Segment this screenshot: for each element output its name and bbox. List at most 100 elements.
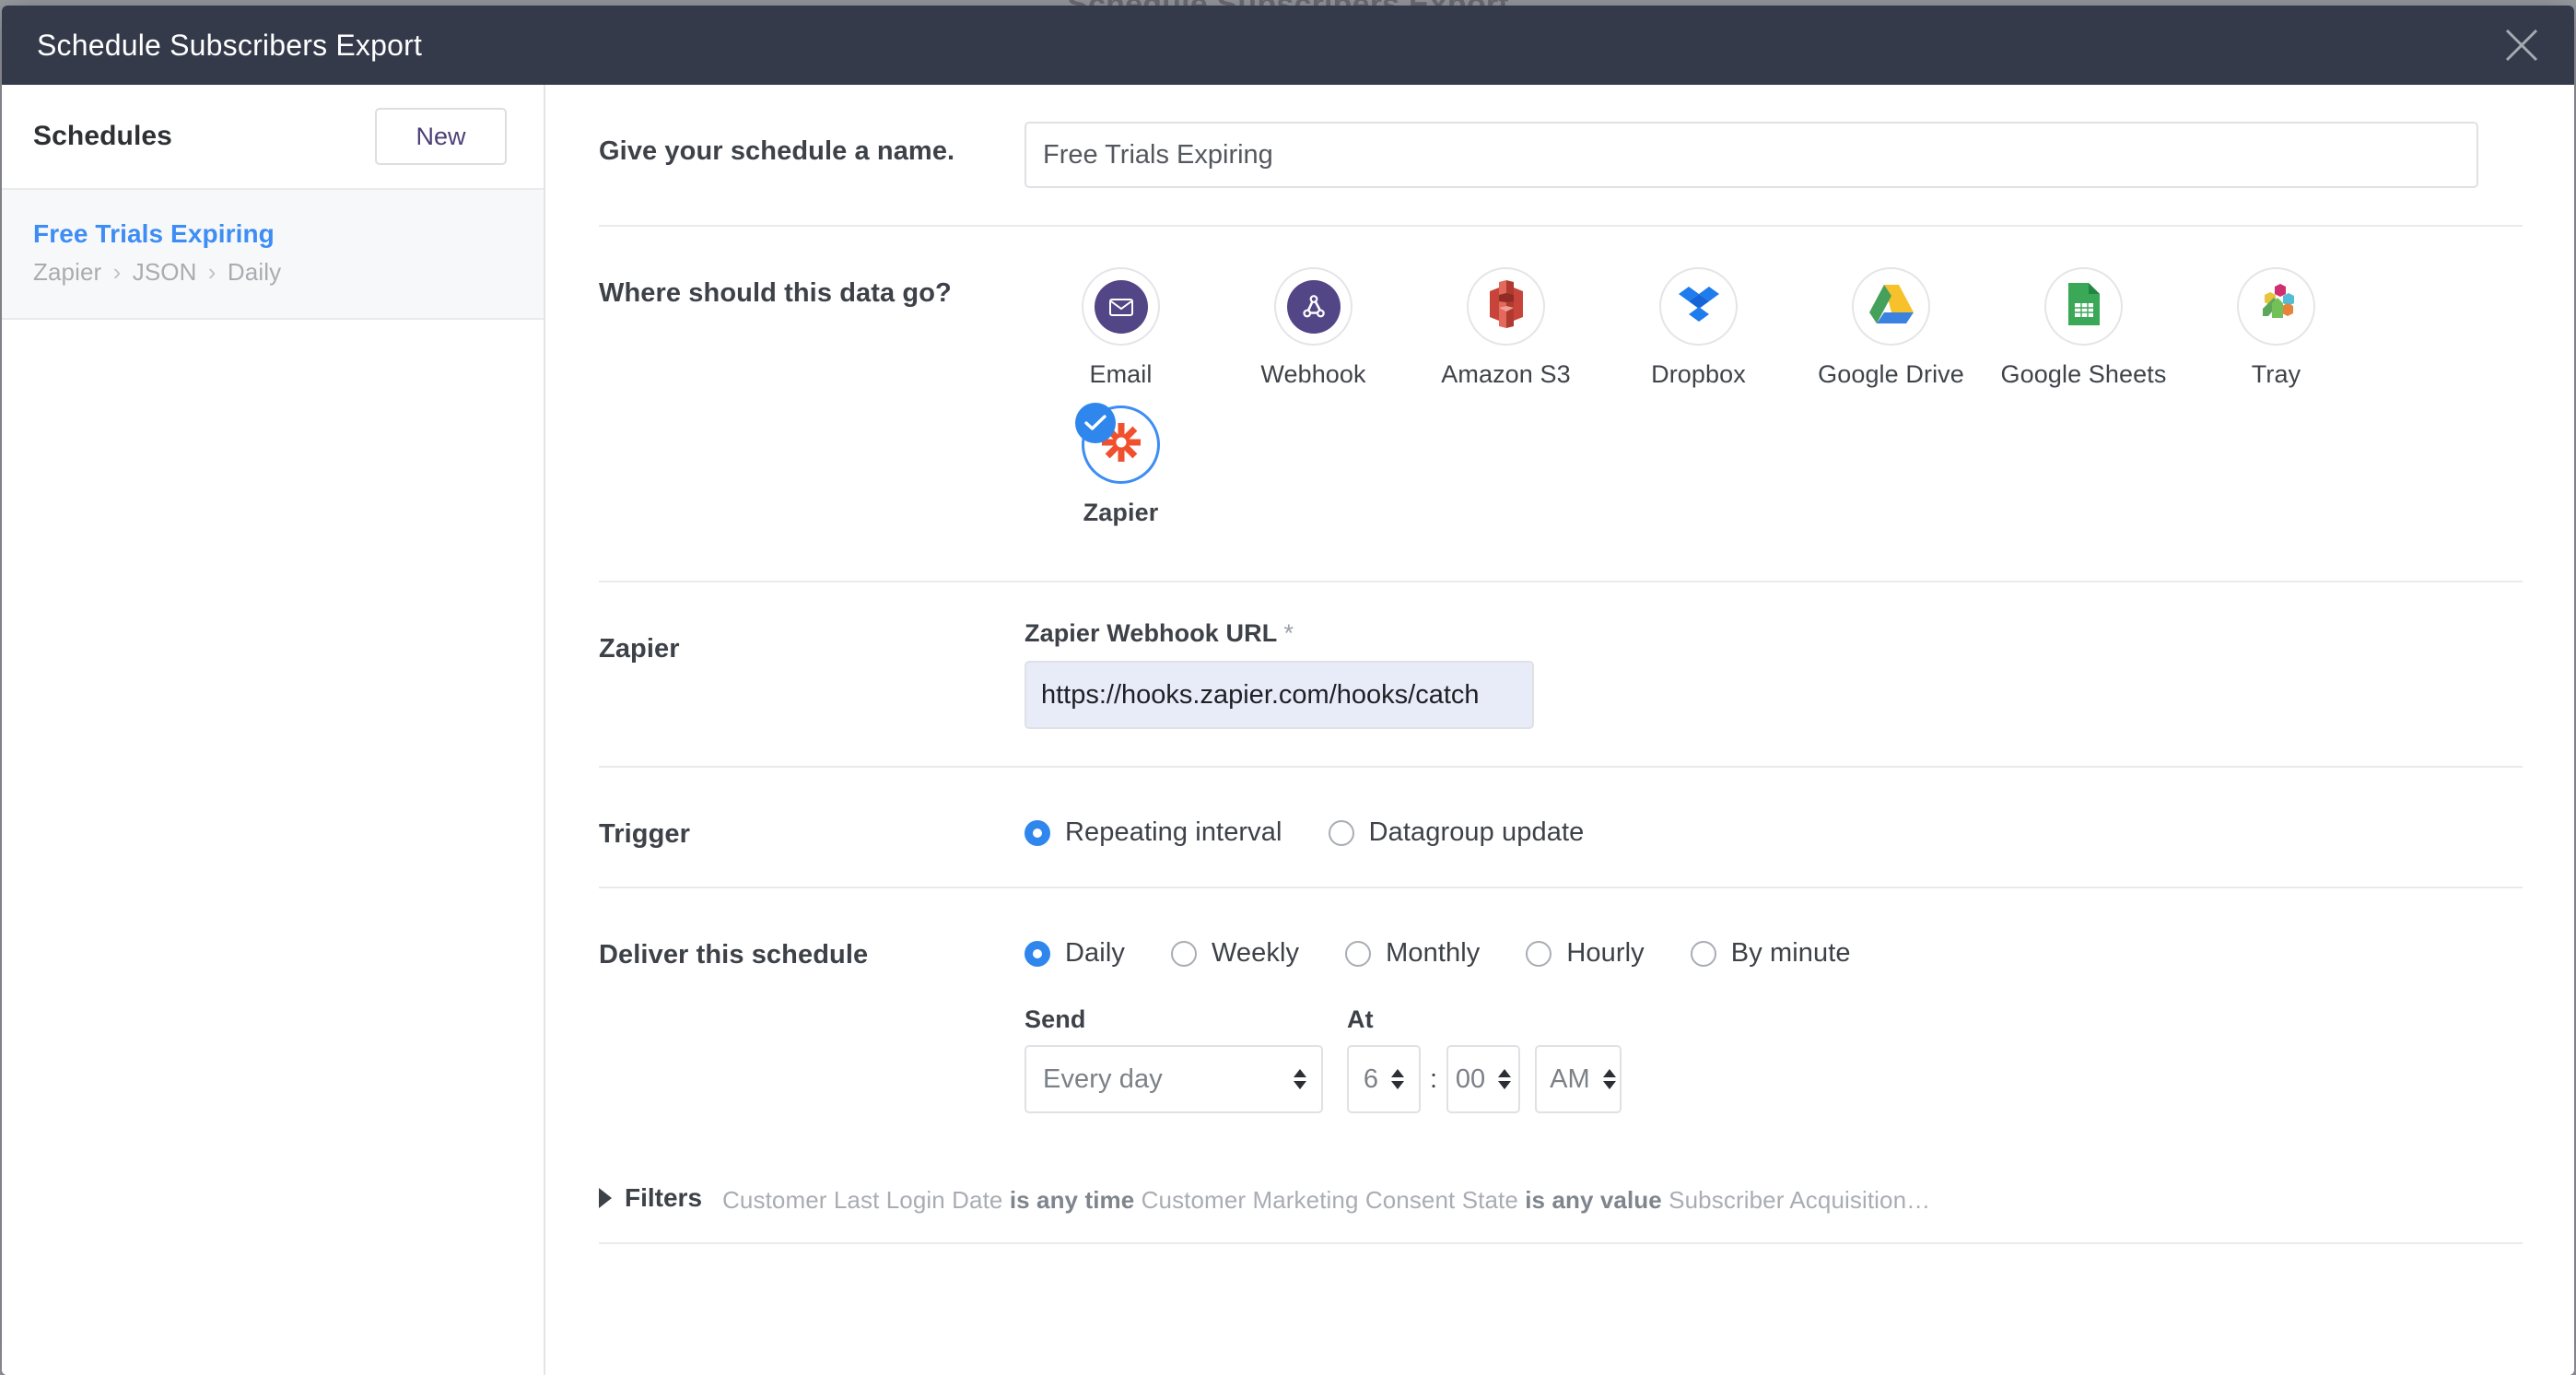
zapier-webhook-url-input[interactable] <box>1025 661 1534 729</box>
schedule-item-destination: Zapier <box>33 258 102 286</box>
destination-label-text: Google Drive <box>1818 360 1964 388</box>
radio-label: Datagroup update <box>1368 817 1585 847</box>
at-group: At 6 : 00 AM <box>1347 1005 1622 1113</box>
time-selects: 6 : 00 AM <box>1347 1045 1622 1113</box>
modal-body: Schedules New Free Trials Expiring Zapie… <box>2 85 2574 1375</box>
destination-circle <box>1467 267 1545 346</box>
deliver-schedule-row: Deliver this schedule Daily Weekly Month… <box>599 888 2523 1150</box>
filters-label: Filters <box>625 1183 703 1212</box>
chevron-updown-icon <box>1602 1069 1616 1089</box>
destination-circle <box>1659 267 1738 346</box>
schedule-name-input[interactable] <box>1025 122 2478 188</box>
radio-by-minute[interactable]: By minute <box>1690 938 1851 969</box>
sidebar-header: Schedules New <box>2 85 544 188</box>
zapier-config-row: Zapier Zapier Webhook URL * <box>599 582 2523 768</box>
send-group: Send Every day <box>1025 1005 1323 1113</box>
trigger-label: Trigger <box>599 819 690 849</box>
destination-option-zapier[interactable]: Zapier <box>1025 403 1217 527</box>
modal-header: Schedule Subscribers Export <box>2 6 2574 85</box>
deliver-schedule-label: Deliver this schedule <box>599 940 869 970</box>
destination-label-text: Webhook <box>1260 360 1366 388</box>
radio-dot-icon <box>1025 940 1050 967</box>
schedule-item-cadence: Daily <box>227 258 282 286</box>
schedule-form: Give your schedule a name. Where should … <box>545 85 2574 1375</box>
radio-label: By minute <box>1730 938 1851 968</box>
zapier-section-label: Zapier <box>599 634 680 664</box>
chevron-updown-icon <box>1294 1069 1306 1089</box>
new-schedule-button[interactable]: New <box>375 108 507 165</box>
destination-circle <box>1274 267 1352 346</box>
zapier-url-label-text: Zapier Webhook URL <box>1025 619 1277 647</box>
destination-label-text: Zapier <box>1083 499 1159 526</box>
schedules-sidebar: Schedules New Free Trials Expiring Zapie… <box>2 85 545 1375</box>
radio-label: Hourly <box>1566 938 1645 968</box>
filters-summary-part: is any time <box>1009 1186 1135 1214</box>
at-label: At <box>1347 1005 1374 1033</box>
minute-select[interactable]: 00 <box>1446 1045 1521 1113</box>
radio-dot-icon <box>1690 940 1716 967</box>
filters-expand-toggle[interactable]: Filters <box>599 1183 702 1213</box>
radio-dot-icon <box>1526 940 1552 967</box>
amazon-s3-icon <box>1482 278 1530 335</box>
filters-summary-part: Subscriber Acquisition… <box>1661 1186 1931 1214</box>
radio-daily[interactable]: Daily <box>1025 938 1125 969</box>
filters-summary-part: Customer Last Login Date <box>722 1186 1010 1214</box>
minute-value: 00 <box>1455 1064 1486 1094</box>
destination-circle <box>2044 267 2123 346</box>
destination-option-email[interactable]: Email <box>1025 267 1217 389</box>
radio-label: Repeating interval <box>1065 817 1282 847</box>
radio-datagroup-update[interactable]: Datagroup update <box>1328 817 1585 848</box>
meridiem-select[interactable]: AM <box>1535 1045 1622 1113</box>
radio-label: Weekly <box>1211 938 1300 968</box>
modal-title: Schedule Subscribers Export <box>37 28 423 62</box>
destination-label-text: Google Sheets <box>2000 360 2167 388</box>
chevron-right-icon <box>599 1188 612 1208</box>
destination-option-tray[interactable]: Tray <box>2180 267 2372 389</box>
send-frequency-select[interactable]: Every day <box>1025 1045 1323 1113</box>
destination-option-google-sheets[interactable]: Google Sheets <box>1987 267 2180 389</box>
destination-circle <box>1075 403 1160 484</box>
google-sheets-icon <box>2067 281 2102 332</box>
radio-repeating-interval[interactable]: Repeating interval <box>1025 817 1282 848</box>
filters-summary-part: Customer Marketing Consent State <box>1134 1186 1526 1214</box>
destination-label-text: Amazon S3 <box>1441 360 1571 388</box>
google-drive-icon <box>1868 283 1914 330</box>
destination-circle <box>1852 267 1930 346</box>
sidebar-heading: Schedules <box>33 121 172 151</box>
chevron-updown-icon <box>1391 1069 1405 1089</box>
trigger-row: Trigger Repeating interval Datagroup upd… <box>599 768 2523 888</box>
hour-select[interactable]: 6 <box>1347 1045 1421 1113</box>
filters-row: Filters Customer Last Login Date is any … <box>599 1150 2523 1244</box>
filters-summary-part: is any value <box>1525 1186 1662 1214</box>
radio-dot-icon <box>1345 940 1372 967</box>
destination-option-amazon-s3[interactable]: Amazon S3 <box>1410 267 1602 389</box>
schedule-item-format: JSON <box>132 258 197 286</box>
breadcrumb-separator-icon: › <box>207 258 217 286</box>
schedule-time-controls: Send Every day At 6: 00 AM <box>1025 969 2523 1113</box>
destination-option-google-drive[interactable]: Google Drive <box>1795 267 1987 389</box>
radio-label: Daily <box>1065 938 1125 968</box>
radio-weekly[interactable]: Weekly <box>1170 938 1300 969</box>
schedule-item-name: Free Trials Expiring <box>33 219 275 248</box>
filters-summary[interactable]: Customer Last Login Date is any time Cus… <box>722 1186 1930 1215</box>
radio-hourly[interactable]: Hourly <box>1526 938 1645 969</box>
destination-label: Where should this data go? <box>599 278 952 308</box>
required-marker: * <box>1283 619 1294 647</box>
destination-label-text: Dropbox <box>1651 360 1746 388</box>
breadcrumb-separator-icon: › <box>112 258 122 286</box>
schedule-name-label: Give your schedule a name. <box>599 136 955 166</box>
webhook-icon <box>1286 279 1341 334</box>
close-icon[interactable] <box>2497 20 2547 70</box>
destination-option-dropbox[interactable]: Dropbox <box>1602 267 1795 389</box>
hour-value: 6 <box>1363 1064 1379 1094</box>
destination-option-webhook[interactable]: Webhook <box>1217 267 1410 389</box>
cadence-radio-group: Daily Weekly Monthly Hourly By minute <box>1025 925 2523 969</box>
radio-dot-icon <box>1170 940 1197 967</box>
time-separator: : <box>1430 1064 1438 1094</box>
schedule-list: Free Trials Expiring Zapier › JSON › Dai… <box>2 188 544 320</box>
list-item[interactable]: Free Trials Expiring Zapier › JSON › Dai… <box>2 190 544 320</box>
radio-monthly[interactable]: Monthly <box>1345 938 1480 969</box>
schedule-item-meta: Zapier › JSON › Daily <box>33 257 512 288</box>
destination-label-text: Tray <box>2251 360 2301 388</box>
send-frequency-value: Every day <box>1043 1064 1163 1094</box>
